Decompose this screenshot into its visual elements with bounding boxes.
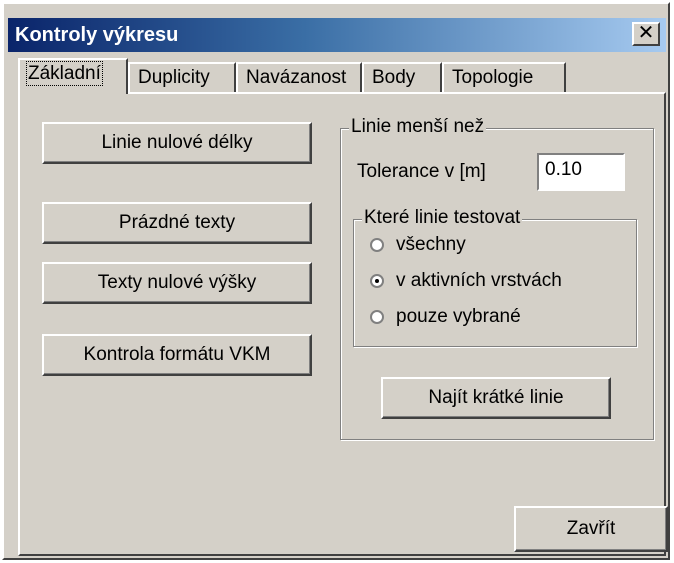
tolerance-value: 0.10 bbox=[545, 159, 582, 180]
button-label: Texty nulové výšky bbox=[97, 272, 257, 293]
close-window-button[interactable]: ✕ bbox=[632, 22, 660, 46]
which-lines-group: Které linie testovat všechny v aktivních… bbox=[353, 207, 637, 347]
tab-label: Základní bbox=[26, 61, 103, 86]
button-label: Kontrola formátu VKM bbox=[83, 344, 271, 365]
radio-button-checked-icon bbox=[370, 274, 384, 288]
button-label: Prázdné texty bbox=[118, 212, 236, 233]
short-lines-group-title: Linie menší než bbox=[349, 116, 487, 138]
empty-texts-button[interactable]: Prázdné texty bbox=[42, 202, 312, 244]
zero-length-lines-button[interactable]: Linie nulové délky bbox=[42, 122, 312, 164]
tab-label: Body bbox=[372, 67, 416, 88]
radio-label: v aktivních vrstvách bbox=[396, 270, 562, 291]
tab-navazanost[interactable]: Navázanost bbox=[236, 62, 362, 92]
tab-duplicity[interactable]: Duplicity bbox=[128, 62, 236, 92]
tab-label: Topologie bbox=[452, 67, 534, 88]
tab-panel-zakladni: Linie nulové délky Prázdné texty Texty n… bbox=[18, 92, 668, 556]
tab-label: Duplicity bbox=[138, 67, 210, 88]
radio-button-icon bbox=[370, 238, 384, 252]
radio-selected-only[interactable]: pouze vybrané bbox=[370, 306, 521, 328]
tolerance-input[interactable]: 0.10 bbox=[537, 153, 625, 191]
vkm-format-check-button[interactable]: Kontrola formátu VKM bbox=[42, 334, 312, 376]
close-icon: ✕ bbox=[637, 22, 655, 44]
button-label: Najít krátké linie bbox=[428, 387, 564, 408]
zero-height-texts-button[interactable]: Texty nulové výšky bbox=[42, 262, 312, 304]
close-button[interactable]: Zavřít bbox=[514, 506, 668, 552]
button-label: Linie nulové délky bbox=[101, 132, 253, 153]
tab-label: Navázanost bbox=[246, 67, 347, 88]
which-lines-group-title: Které linie testovat bbox=[362, 207, 523, 229]
radio-active-layers[interactable]: v aktivních vrstvách bbox=[370, 270, 562, 292]
find-short-lines-button[interactable]: Najít krátké linie bbox=[381, 377, 611, 419]
window-title: Kontroly výkresu bbox=[15, 24, 179, 46]
tab-body[interactable]: Body bbox=[362, 62, 442, 92]
title-bar[interactable]: Kontroly výkresu ✕ bbox=[8, 18, 666, 52]
tab-strip: Základní Duplicity Navázanost Body Topol… bbox=[18, 54, 658, 94]
tab-topologie[interactable]: Topologie bbox=[442, 62, 566, 92]
tolerance-label: Tolerance v [m] bbox=[357, 161, 486, 182]
radio-all-lines[interactable]: všechny bbox=[370, 234, 466, 256]
tab-zakladni[interactable]: Základní bbox=[18, 58, 128, 94]
button-label: Zavřít bbox=[566, 518, 616, 539]
radio-label: všechny bbox=[396, 234, 466, 255]
radio-button-icon bbox=[370, 310, 384, 324]
dialog-window: Kontroly výkresu ✕ Základní Duplicity Na… bbox=[2, 2, 670, 560]
short-lines-group: Linie menší než Tolerance v [m] 0.10 Kte… bbox=[340, 116, 654, 440]
radio-label: pouze vybrané bbox=[396, 306, 521, 327]
